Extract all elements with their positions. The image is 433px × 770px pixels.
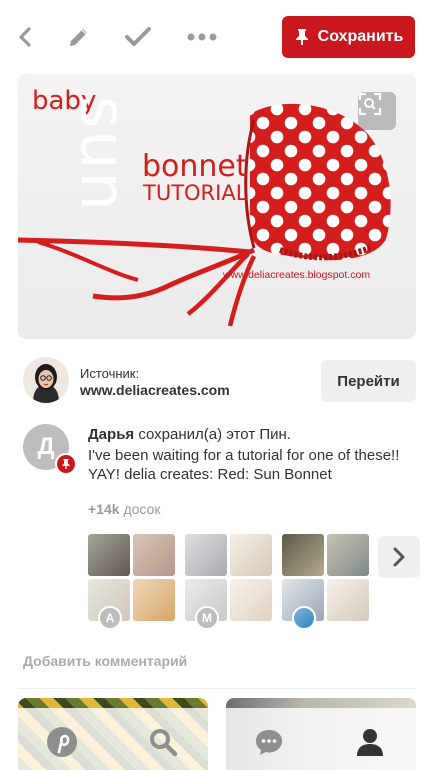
boards-count[interactable]: +14k досок: [88, 501, 160, 517]
image-text-bonnet: bonnet: [142, 149, 248, 184]
top-bar: Сохранить: [0, 0, 433, 74]
board-image: [133, 534, 175, 576]
board-image: [230, 579, 272, 621]
more-dots-icon: [187, 33, 217, 41]
bottom-nav: [0, 708, 433, 770]
divider: [18, 688, 416, 689]
more-button[interactable]: [185, 20, 219, 54]
pin-description: I've been waiting for a tutorial for one…: [88, 447, 400, 483]
saver-name[interactable]: Дарья: [88, 426, 134, 443]
pin-image[interactable]: baby sun bonnet TUTORIAL www.deliacreate…: [18, 74, 416, 339]
messages-icon: [256, 730, 282, 755]
visual-search-button[interactable]: [358, 92, 396, 130]
board-image: [327, 579, 369, 621]
nav-profile[interactable]: [352, 724, 388, 760]
visual-search-icon: [358, 92, 382, 116]
save-label: Сохранить: [317, 28, 404, 45]
done-button[interactable]: [121, 20, 155, 54]
source-url[interactable]: www.deliacreates.com: [80, 382, 230, 398]
board-image: [327, 534, 369, 576]
board-thumbnail[interactable]: [282, 534, 369, 630]
board-owner-avatar[interactable]: [292, 606, 316, 630]
visit-button[interactable]: Перейти: [321, 360, 416, 402]
checkmark-icon: [125, 27, 151, 46]
chevron-left-icon: [19, 27, 31, 47]
board-thumbnail[interactable]: M: [185, 534, 272, 630]
search-icon: [150, 729, 178, 757]
image-text-sun: sun: [67, 96, 140, 213]
boards-count-label: досок: [123, 501, 161, 517]
pencil-icon: [70, 29, 87, 46]
board-thumbnail[interactable]: A: [88, 534, 175, 630]
pushpin-icon: [62, 459, 70, 469]
image-text-tutorial: TUTORIAL: [143, 181, 248, 205]
pushpin-icon: [295, 29, 308, 45]
board-image: [88, 534, 130, 576]
board-owner-avatar[interactable]: M: [195, 606, 219, 630]
source-label: Источник:: [80, 366, 140, 381]
board-image: [185, 534, 227, 576]
nav-messages[interactable]: [251, 724, 287, 760]
saver-line: Дарья сохранил(а) этот Пин.: [88, 426, 291, 443]
boards-count-value: +14k: [88, 501, 120, 517]
pinterest-logo-icon: [47, 727, 77, 757]
board-image: [133, 579, 175, 621]
profile-icon: [357, 729, 383, 756]
add-comment-input[interactable]: Добавить комментарий: [23, 653, 187, 669]
chevron-right-icon: [393, 547, 405, 567]
source-avatar[interactable]: [23, 357, 69, 403]
save-pin-button[interactable]: Сохранить: [282, 16, 415, 58]
nav-home[interactable]: [44, 724, 80, 760]
boards-next-button[interactable]: [378, 536, 420, 578]
saver-action: сохранил(а) этот Пин.: [138, 426, 291, 443]
nav-search[interactable]: [145, 724, 181, 760]
source-avatar-image: [23, 357, 69, 403]
board-image: [230, 534, 272, 576]
board-owner-avatar[interactable]: A: [98, 606, 122, 630]
edit-button[interactable]: [62, 20, 96, 54]
board-image: [282, 534, 324, 576]
image-text-url: www.deliacreates.blogspot.com: [223, 269, 371, 281]
back-button[interactable]: [8, 20, 42, 54]
pin-badge: [55, 453, 77, 475]
